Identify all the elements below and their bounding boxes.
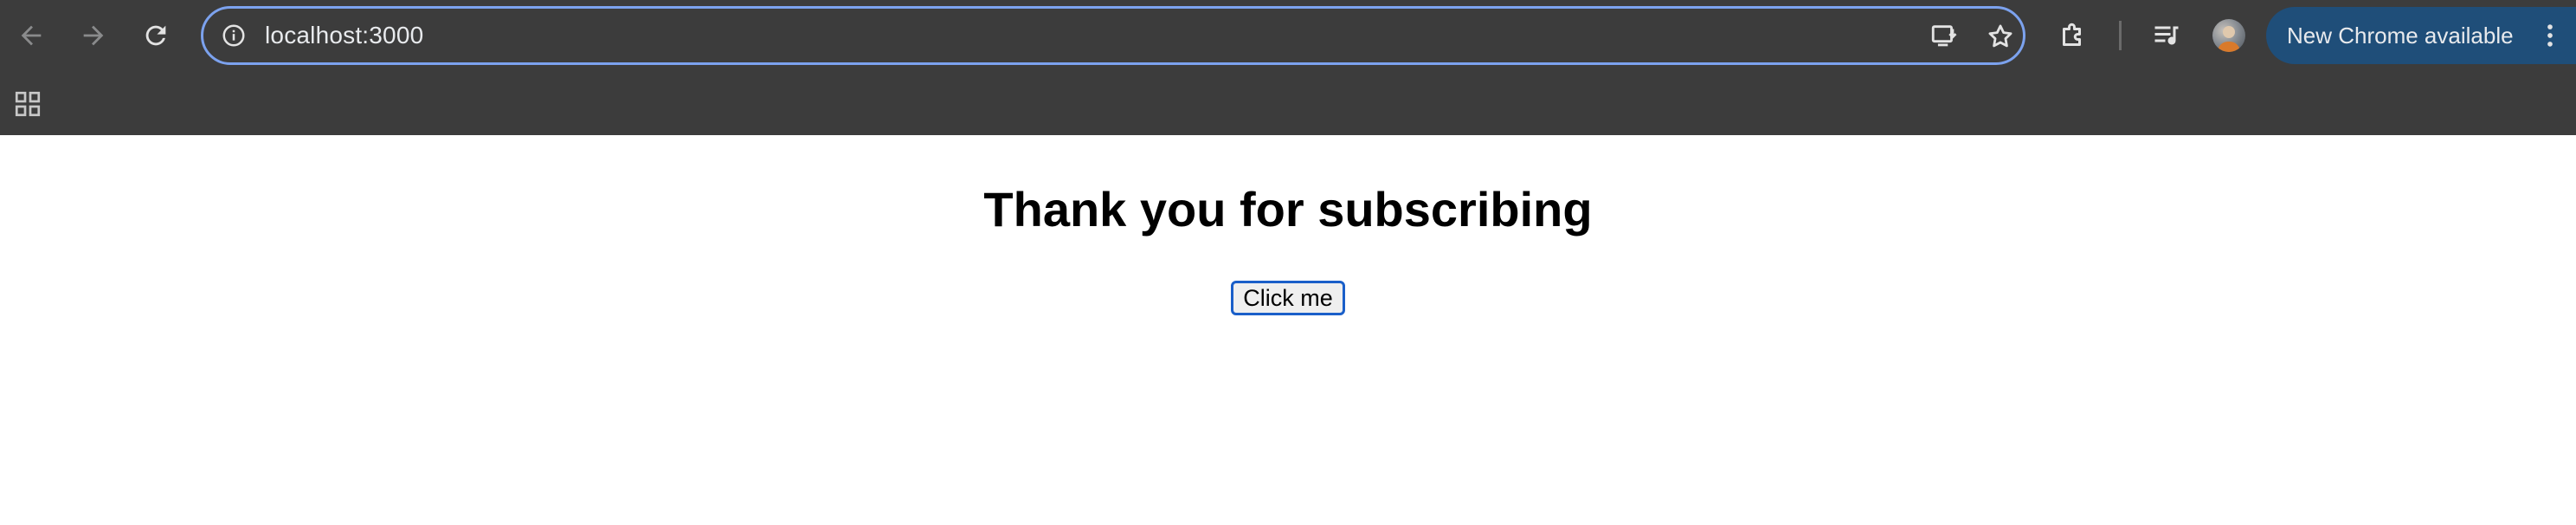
forward-button[interactable] <box>73 15 114 56</box>
browser-chrome: localhost:3000 New Chrome available <box>0 0 2576 135</box>
extensions-button[interactable] <box>2055 17 2091 54</box>
install-app-icon <box>1931 25 1957 47</box>
apps-button[interactable] <box>10 87 45 121</box>
page-content: Thank you for subscribing Click me <box>0 135 2576 525</box>
puzzle-icon <box>2063 23 2081 46</box>
toolbar-separator <box>2119 21 2122 50</box>
reload-icon <box>145 25 166 46</box>
avatar-head <box>2223 26 2235 38</box>
bookmark-star-button[interactable] <box>1984 20 2017 53</box>
update-chrome-button[interactable]: New Chrome available <box>2266 7 2576 64</box>
click-me-button[interactable]: Click me <box>1231 281 1345 315</box>
star-icon <box>1988 24 2012 48</box>
arrow-left-icon <box>21 25 42 46</box>
site-info-button[interactable] <box>219 21 248 50</box>
media-controls-icon <box>2154 26 2179 45</box>
update-chrome-label: New Chrome available <box>2287 23 2514 49</box>
chrome-menu-button[interactable] <box>2534 20 2566 51</box>
back-button[interactable] <box>10 15 52 56</box>
bookmarks-bar <box>0 71 2576 135</box>
arrow-right-icon <box>83 25 104 46</box>
page-title: Thank you for subscribing <box>983 182 1593 237</box>
media-controls-button[interactable] <box>2148 17 2185 54</box>
address-bar[interactable]: localhost:3000 <box>201 6 2025 65</box>
profile-avatar[interactable] <box>2212 19 2245 52</box>
url-text[interactable]: localhost:3000 <box>265 9 423 62</box>
apps-grid-icon <box>15 91 41 117</box>
info-icon <box>222 24 245 47</box>
kebab-menu-icon <box>2547 24 2553 47</box>
install-app-button[interactable] <box>1928 20 1961 53</box>
browser-toolbar: localhost:3000 New Chrome available <box>0 0 2576 71</box>
reload-button[interactable] <box>135 15 177 56</box>
avatar-body <box>2218 42 2240 52</box>
